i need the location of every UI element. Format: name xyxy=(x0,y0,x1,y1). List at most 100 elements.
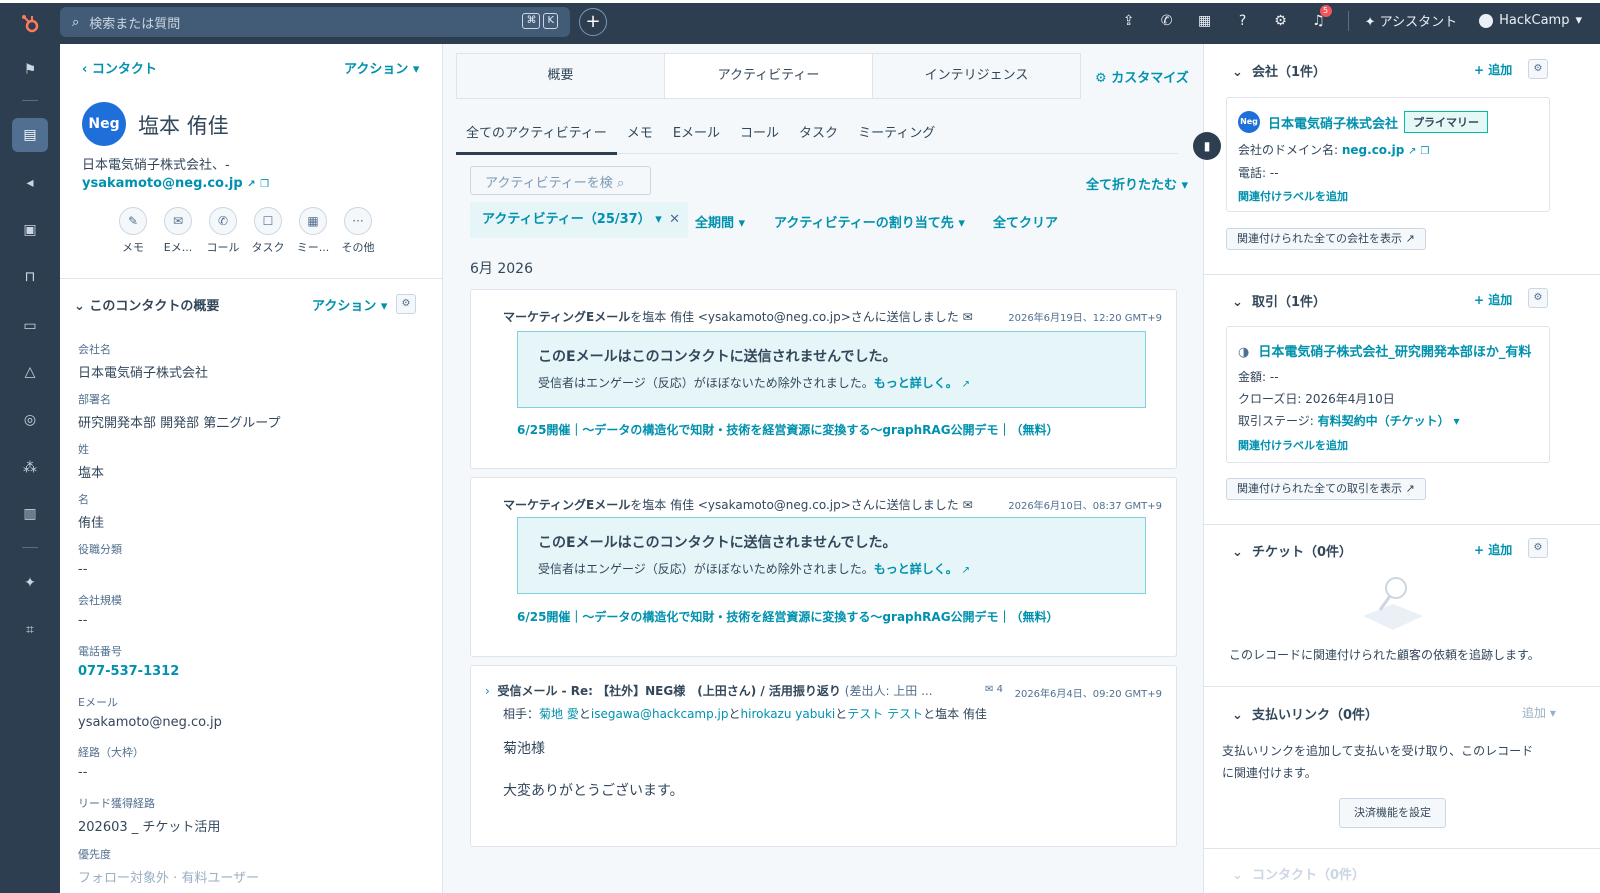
deal-name-link[interactable]: 日本電気硝子株式会社_研究開発本部ほか_有料 xyxy=(1258,345,1531,360)
copy-icon[interactable]: ❐ xyxy=(260,179,269,190)
notifications-bell-icon[interactable]: ♫ 5 xyxy=(1300,4,1338,29)
companies-settings-gear-icon[interactable]: ⚙ xyxy=(1528,59,1548,79)
email-subject-link[interactable]: 6/25開催｜～データの構造化で知財・技術を経営資源に変換する～graphRAG… xyxy=(517,421,1059,438)
tab-activity[interactable]: アクティビティー xyxy=(665,54,873,98)
service-icon[interactable]: △ xyxy=(18,360,42,384)
about-section-toggle[interactable]: ⌄ このコンタクトの概要 xyxy=(74,295,219,314)
add-association-label-link[interactable]: 関連付けラベルを追加 xyxy=(1238,437,1348,453)
tab-intelligence[interactable]: インテリジェンス xyxy=(873,54,1080,98)
back-to-contacts-link[interactable]: ‹ コンタクト xyxy=(82,58,157,77)
property-department[interactable]: 部署名 研究開発本部 開発部 第二グループ xyxy=(78,391,281,431)
deal-stage-dropdown[interactable]: 有料契約中（チケット） xyxy=(1318,414,1450,428)
company-card[interactable]: Neg 日本電気硝子株式会社 プライマリー 会社のドメイン名: neg.co.j… xyxy=(1226,97,1550,212)
customize-button[interactable]: ⚙ カスタマイズ xyxy=(1095,67,1189,86)
assistant-button[interactable]: ✦ アシスタント xyxy=(1359,11,1480,30)
reports-icon[interactable]: ▥ xyxy=(18,502,42,526)
deals-settings-gear-icon[interactable]: ⚙ xyxy=(1528,288,1548,308)
upgrade-icon[interactable]: ⇪ xyxy=(1110,13,1148,29)
activity-card[interactable]: マーケティングEメールを塩本 侑佳 <ysakamoto@neg.co.jp>さ… xyxy=(470,289,1177,469)
add-company-button[interactable]: + 追加 xyxy=(1474,61,1512,78)
content-icon[interactable]: ▣ xyxy=(18,218,42,242)
learn-more-link[interactable]: もっと詳しく。 xyxy=(874,562,958,576)
create-new-button[interactable]: + xyxy=(579,8,607,36)
subtab-emails[interactable]: Eメール xyxy=(663,116,730,153)
activity-date: 2026年6月19日、12:20 GMT+9 xyxy=(1008,313,1162,324)
add-association-label-link[interactable]: 関連付けラベルを追加 xyxy=(1238,188,1348,204)
property-source[interactable]: 経路（大枠） -- xyxy=(78,744,144,780)
property-job-category[interactable]: 役職分類 -- xyxy=(78,541,122,577)
chevron-right-icon[interactable]: › xyxy=(485,684,497,698)
property-company-size[interactable]: 会社規模 -- xyxy=(78,592,122,628)
add-deal-button[interactable]: + 追加 xyxy=(1474,291,1512,308)
subtab-calls[interactable]: コール xyxy=(730,116,789,153)
property-phone[interactable]: 電話番号 077-537-1312 xyxy=(78,643,179,679)
calling-icon[interactable]: ✆ xyxy=(1148,13,1186,29)
recipient-link[interactable]: 菊地 愛 xyxy=(539,707,579,721)
view-all-deals-button[interactable]: 関連付けられた全ての取引を表示 ↗ xyxy=(1226,478,1426,500)
deal-card[interactable]: ◑ 日本電気硝子株式会社_研究開発本部ほか_有料 金額: -- クローズ日: 2… xyxy=(1226,326,1550,463)
recipient-link[interactable]: isegawa@hackcamp.jp xyxy=(591,707,729,721)
contacts-section-toggle[interactable]: ⌄ コンタクト（0件） xyxy=(1232,864,1365,883)
domain-link[interactable]: neg.co.jp xyxy=(1342,143,1404,157)
settings-gear-icon[interactable]: ⚙ xyxy=(1262,13,1300,29)
activity-filter-chip[interactable]: アクティビティー（25/37） ▾ ✕ xyxy=(470,202,688,238)
property-last-name[interactable]: 姓塩本 xyxy=(78,441,104,481)
automation-icon[interactable]: ⁂ xyxy=(18,456,42,480)
clear-all-filters-link[interactable]: 全てクリア xyxy=(993,212,1058,231)
activity-card[interactable]: マーケティングEメールを塩本 侑佳 <ysakamoto@neg.co.jp>さ… xyxy=(470,477,1177,657)
property-priority[interactable]: 優先度 フォロー対象外 · 有料ユーザー xyxy=(78,846,259,886)
collapse-all-dropdown[interactable]: 全て折りたたむ ▾ xyxy=(1086,174,1188,193)
contact-name[interactable]: 塩本 侑佳 xyxy=(138,110,229,140)
learn-more-link[interactable]: もっと詳しく。 xyxy=(874,376,958,390)
companies-section-toggle[interactable]: ⌄ 会社（1件） xyxy=(1232,61,1326,80)
recipient-link[interactable]: hirokazu yabuki xyxy=(741,707,836,721)
tickets-settings-gear-icon[interactable]: ⚙ xyxy=(1528,538,1548,558)
email-body: 大変ありがとうございます。 xyxy=(503,783,684,799)
marketplace-icon[interactable]: ▦ xyxy=(1186,13,1224,29)
ai-sparkle-icon[interactable]: ✦ xyxy=(18,571,42,595)
crm-contacts-icon[interactable]: ▤ xyxy=(12,118,48,152)
subtab-all[interactable]: 全てのアクティビティー xyxy=(456,116,617,155)
contact-email-link[interactable]: ysakamoto@neg.co.jp ↗ ❐ xyxy=(82,176,269,191)
activity-search-input[interactable]: アクティビティーを検 ⌕ xyxy=(470,166,651,195)
assignee-filter-dropdown[interactable]: アクティビティーの割り当て先 ▾ xyxy=(774,212,965,231)
property-email[interactable]: Eメール ysakamoto@neg.co.jp xyxy=(78,694,222,730)
about-actions-dropdown[interactable]: アクション ▾ xyxy=(312,295,387,314)
add-ticket-button[interactable]: + 追加 xyxy=(1474,541,1512,558)
recipient-link[interactable]: テスト テスト xyxy=(847,707,923,721)
developer-icon[interactable]: ⌗ xyxy=(18,618,42,642)
subtab-meetings[interactable]: ミーティング xyxy=(848,116,945,153)
add-payment-link-dropdown[interactable]: 追加 ▾ xyxy=(1522,704,1556,721)
help-icon[interactable]: ? xyxy=(1224,13,1262,29)
property-lead-source[interactable]: リード獲得経路 202603 _ チケット活用 xyxy=(78,795,220,835)
left-nav: ⚑ ▤ ◂ ▣ ⊓ ▭ △ ◎ ⁂ ▥ ✦ ⌗ xyxy=(0,44,60,893)
view-all-companies-button[interactable]: 関連付けられた全ての会社を表示 ↗ xyxy=(1226,228,1426,250)
about-settings-gear-icon[interactable]: ⚙ xyxy=(396,294,416,314)
payment-links-section-toggle[interactable]: ⌄ 支払いリンク（0件） xyxy=(1232,704,1378,723)
commerce-icon[interactable]: ⊓ xyxy=(18,265,42,289)
record-actions-dropdown[interactable]: アクション ▾ xyxy=(344,58,419,77)
email-subject-link[interactable]: 6/25開催｜～データの構造化で知財・技術を経営資源に変換する～graphRAG… xyxy=(517,608,1059,625)
database-icon[interactable]: ◎ xyxy=(18,408,42,432)
close-icon[interactable]: ✕ xyxy=(669,202,680,238)
company-name-link[interactable]: 日本電気硝子株式会社 xyxy=(1268,113,1398,132)
period-filter-dropdown[interactable]: 全期間 ▾ xyxy=(695,212,745,231)
setup-payments-button[interactable]: 決済機能を設定 xyxy=(1339,798,1446,828)
activity-card-inbound-email[interactable]: › 受信メール - Re: 【社外】NEG様 (上田さん) / 活用振り返り (… xyxy=(470,665,1177,847)
bookmark-icon[interactable]: ⚑ xyxy=(18,58,42,82)
hubspot-logo-icon[interactable] xyxy=(0,3,60,44)
global-search-input[interactable]: ⌕ 検索または質問 ⌘ K xyxy=(60,7,570,37)
marketing-megaphone-icon[interactable]: ◂ xyxy=(18,171,42,195)
quick-action-more[interactable]: ··· その他 xyxy=(331,207,385,255)
tickets-section-toggle[interactable]: ⌄ チケット（0件） xyxy=(1232,541,1352,560)
property-first-name[interactable]: 名侑佳 xyxy=(78,491,104,531)
wallet-icon[interactable]: ▭ xyxy=(18,314,42,338)
property-company[interactable]: 会社名 日本電気硝子株式会社 xyxy=(78,341,208,381)
tab-overview[interactable]: 概要 xyxy=(457,54,665,98)
subtab-tasks[interactable]: タスク xyxy=(789,116,848,153)
panel-toggle-icon[interactable]: ▮ xyxy=(1193,132,1221,160)
copy-icon[interactable]: ❐ xyxy=(1420,146,1429,157)
account-menu[interactable]: HackCamp ▾ xyxy=(1479,13,1600,28)
subtab-notes[interactable]: メモ xyxy=(617,116,663,153)
deals-section-toggle[interactable]: ⌄ 取引（1件） xyxy=(1232,291,1326,310)
